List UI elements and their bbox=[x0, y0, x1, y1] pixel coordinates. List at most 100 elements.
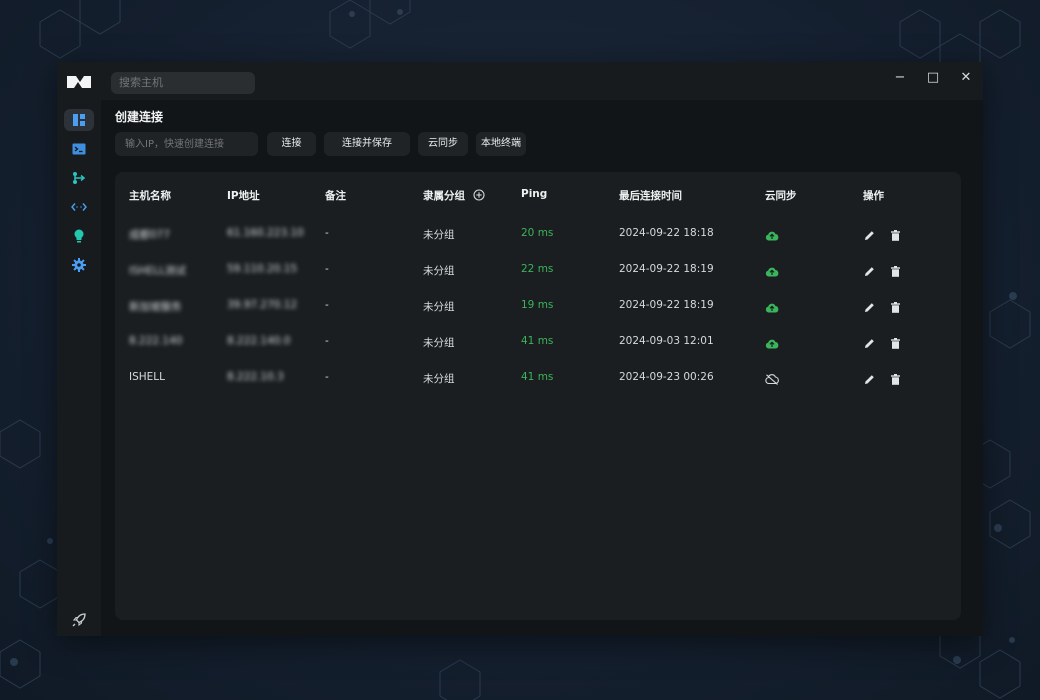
minimize-button[interactable]: − bbox=[889, 68, 911, 88]
host-name: 新加坡服务 bbox=[129, 301, 182, 313]
sidebar-item-dashboard[interactable] bbox=[64, 109, 94, 131]
host-ping: 41 ms bbox=[521, 335, 554, 347]
sidebar-item-snippets[interactable] bbox=[64, 225, 94, 247]
local-terminal-button[interactable]: 本地终端 bbox=[476, 132, 526, 156]
group-header-label: 隶属分组 bbox=[423, 190, 465, 202]
table-row[interactable]: 新加坡服务 39.97.270.12 - 未分组 19 ms 2024-09-22 18:… bbox=[115, 288, 961, 324]
trash-icon[interactable] bbox=[891, 302, 900, 313]
column-header-ping: Ping bbox=[521, 188, 548, 200]
host-group: 未分组 bbox=[423, 301, 455, 313]
table-row[interactable]: 8.222.140 8.222.140.0 - 未分组 41 ms 2024-09-03 … bbox=[115, 324, 961, 360]
cloud-synced-icon bbox=[765, 339, 779, 349]
maximize-button[interactable]: □ bbox=[922, 68, 944, 88]
lightbulb-icon bbox=[74, 229, 84, 243]
page-title: 创建连接 bbox=[115, 110, 164, 124]
column-header-actions: 操作 bbox=[863, 190, 884, 202]
edit-button[interactable] bbox=[864, 262, 875, 281]
host-group: 未分组 bbox=[423, 229, 455, 241]
edit-pencil-icon[interactable] bbox=[864, 302, 875, 313]
search-input[interactable] bbox=[111, 72, 255, 94]
host-group: 未分组 bbox=[423, 265, 455, 277]
host-ip: 59.110.20.15 bbox=[227, 263, 298, 275]
host-note: - bbox=[325, 371, 329, 383]
edit-button[interactable] bbox=[864, 226, 875, 245]
trash-icon[interactable] bbox=[891, 338, 900, 349]
cloud-sync-status bbox=[765, 298, 779, 317]
delete-button[interactable] bbox=[891, 334, 900, 353]
edit-button[interactable] bbox=[864, 370, 875, 389]
column-header-ip: IP地址 bbox=[227, 190, 260, 202]
cloud-sync-status bbox=[765, 370, 779, 389]
title-bar: − □ ✕ bbox=[57, 62, 983, 100]
host-ping: 20 ms bbox=[521, 227, 554, 239]
host-group: 未分组 bbox=[423, 373, 455, 385]
table-row[interactable]: 成都077 61.160.223.10 - 未分组 20 ms 2024-09-22 18… bbox=[115, 216, 961, 252]
host-ping: 22 ms bbox=[521, 263, 554, 275]
app-window: − □ ✕ bbox=[57, 62, 983, 636]
edit-pencil-icon[interactable] bbox=[864, 374, 875, 385]
cloud-off-icon bbox=[765, 374, 779, 385]
host-ping: 19 ms bbox=[521, 299, 554, 311]
delete-button[interactable] bbox=[891, 262, 900, 281]
sidebar-item-settings[interactable] bbox=[64, 254, 94, 276]
host-name: 8.222.140 bbox=[129, 335, 183, 347]
sidebar-item-sftp[interactable] bbox=[64, 167, 94, 189]
app-logo-icon bbox=[67, 76, 91, 88]
cloud-sync-status bbox=[765, 226, 779, 245]
trash-icon[interactable] bbox=[891, 266, 900, 277]
edit-pencil-icon[interactable] bbox=[864, 230, 875, 241]
host-last-connected: 2024-09-22 18:18 bbox=[619, 227, 714, 239]
table-row[interactable]: ISHELL测试 59.110.20.15 - 未分组 22 ms 2024-09-22 … bbox=[115, 252, 961, 288]
host-last-connected: 2024-09-23 00:26 bbox=[619, 371, 714, 383]
host-note: - bbox=[325, 335, 329, 347]
host-name: ISHELL测试 bbox=[129, 265, 186, 277]
sidebar-item-terminal[interactable] bbox=[64, 138, 94, 160]
cloud-synced-icon bbox=[765, 231, 779, 241]
table-row[interactable]: ISHELL 8.222.10.3 - 未分组 41 ms 2024-09-23 00:2… bbox=[115, 360, 961, 396]
terminal-icon bbox=[72, 143, 86, 155]
edit-button[interactable] bbox=[864, 298, 875, 317]
edit-button[interactable] bbox=[864, 334, 875, 353]
close-button[interactable]: ✕ bbox=[955, 68, 977, 88]
cloud-synced-icon bbox=[765, 303, 779, 313]
main-content: 创建连接 连接 连接并保存 云同步 本地终端 主机名称 IP地址 备注 隶属分组… bbox=[101, 100, 983, 636]
connect-button[interactable]: 连接 bbox=[267, 132, 316, 156]
sidebar bbox=[57, 100, 101, 636]
host-last-connected: 2024-09-03 12:01 bbox=[619, 335, 714, 347]
edit-pencil-icon[interactable] bbox=[864, 266, 875, 277]
connect-and-save-button[interactable]: 连接并保存 bbox=[324, 132, 410, 156]
delete-button[interactable] bbox=[891, 370, 900, 389]
dashboard-icon bbox=[73, 114, 85, 126]
host-ip: 61.160.223.10 bbox=[227, 227, 304, 239]
cloud-sync-button[interactable]: 云同步 bbox=[418, 132, 468, 156]
host-table: 主机名称 IP地址 备注 隶属分组 Ping 最后连接时间 云同步 操作 成都0… bbox=[115, 172, 961, 620]
trash-icon[interactable] bbox=[891, 230, 900, 241]
delete-button[interactable] bbox=[891, 298, 900, 317]
host-name: ISHELL bbox=[129, 371, 165, 383]
host-name: 成都077 bbox=[129, 229, 171, 241]
host-ping: 41 ms bbox=[521, 371, 554, 383]
port-forward-icon bbox=[71, 203, 87, 211]
quick-connect-ip-input[interactable] bbox=[115, 132, 258, 156]
host-note: - bbox=[325, 299, 329, 311]
host-note: - bbox=[325, 263, 329, 275]
host-note: - bbox=[325, 227, 329, 239]
sidebar-item-port-forward[interactable] bbox=[64, 196, 94, 218]
delete-button[interactable] bbox=[891, 226, 900, 245]
column-header-group: 隶属分组 bbox=[423, 188, 485, 203]
sftp-transfer-icon bbox=[73, 172, 86, 184]
cloud-sync-status bbox=[765, 334, 779, 353]
column-header-note: 备注 bbox=[325, 190, 346, 202]
host-group: 未分组 bbox=[423, 337, 455, 349]
cloud-synced-icon bbox=[765, 267, 779, 277]
trash-icon[interactable] bbox=[891, 374, 900, 385]
host-last-connected: 2024-09-22 18:19 bbox=[619, 299, 714, 311]
sidebar-item-upgrade[interactable] bbox=[64, 609, 94, 631]
host-ip: 39.97.270.12 bbox=[227, 299, 298, 311]
column-header-last-connected: 最后连接时间 bbox=[619, 190, 682, 202]
add-group-icon[interactable] bbox=[473, 189, 485, 201]
column-header-cloud-sync: 云同步 bbox=[765, 190, 797, 202]
host-ip: 8.222.10.3 bbox=[227, 371, 284, 383]
edit-pencil-icon[interactable] bbox=[864, 338, 875, 349]
gear-icon bbox=[72, 258, 86, 272]
